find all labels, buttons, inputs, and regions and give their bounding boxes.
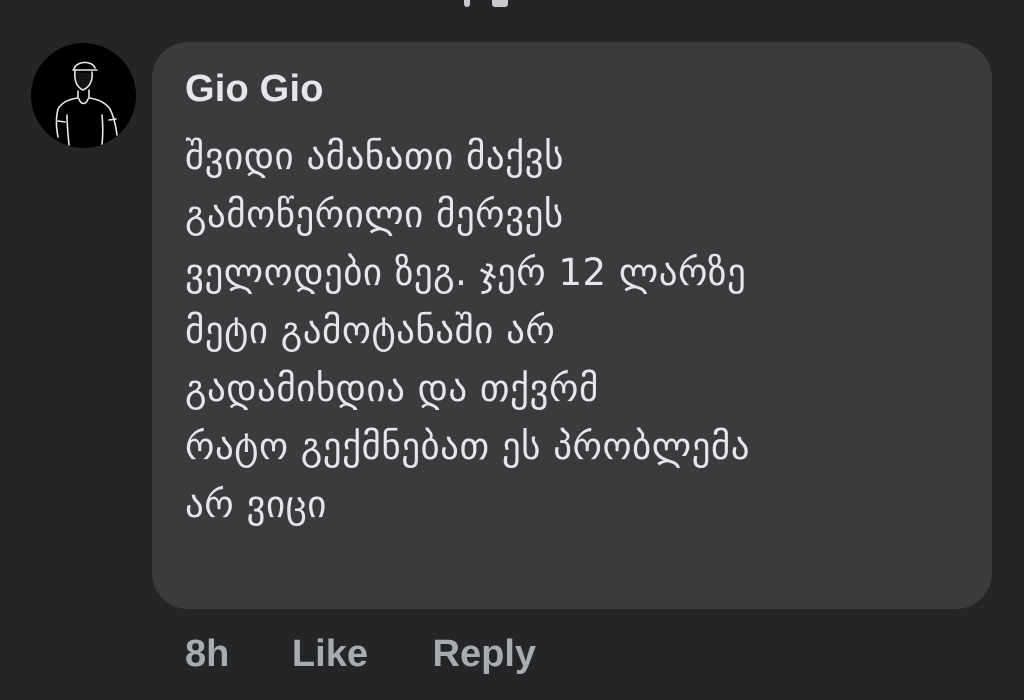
comment-author-name[interactable]: Gio Gio: [185, 66, 324, 112]
comment-line: შვიდი ამანათი მაქვს: [185, 135, 564, 178]
previous-comment-fragment: [458, 0, 518, 10]
comment-body: შვიდი ამანათი მაქვს გამოწერილი მერვეს ვე…: [185, 128, 975, 534]
comment-line: გადამიხდია და თქვრმ: [185, 367, 599, 410]
comment-line: მეტი გამოტანაში არ: [185, 309, 556, 352]
comment-line: არ ვიცი: [185, 483, 327, 526]
person-silhouette-icon: [55, 61, 118, 146]
like-button[interactable]: Like: [292, 628, 368, 680]
comment-actions: 8h Like Reply: [185, 628, 536, 680]
avatar[interactable]: [31, 43, 136, 148]
comment-timestamp[interactable]: 8h: [185, 628, 229, 680]
comment-line: გამოწერილი მერვეს: [185, 193, 564, 236]
comment-line: რატო გექმნებათ ეს პრობლემა: [185, 425, 750, 468]
reply-button[interactable]: Reply: [433, 628, 536, 680]
comment-line: ველოდები ზეგ. ჯერ 12 ლარზე: [185, 251, 747, 294]
